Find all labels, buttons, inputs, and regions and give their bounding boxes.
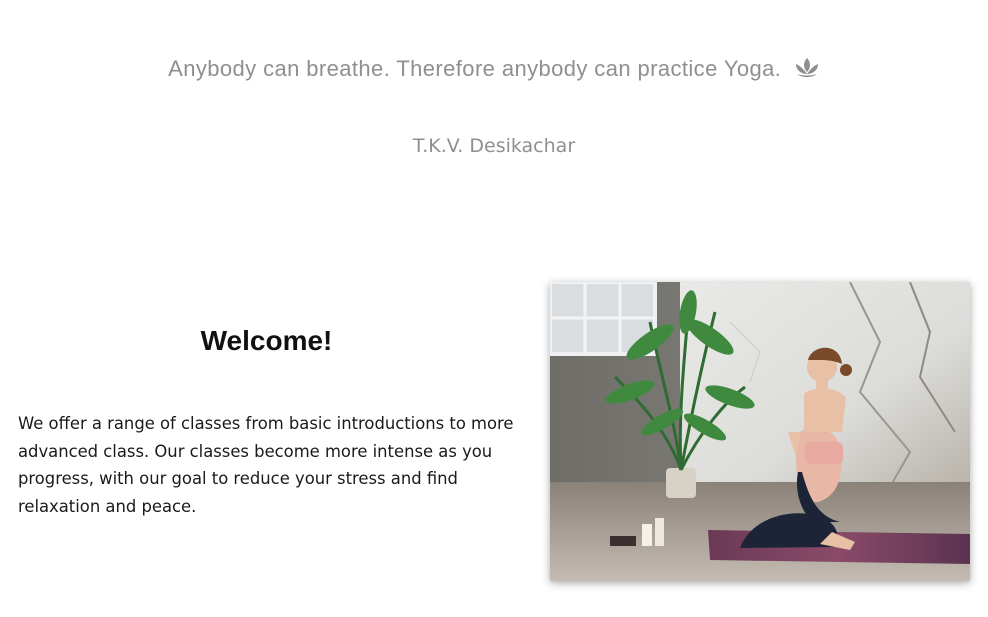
welcome-heading: Welcome! [200,325,333,356]
quote-text: Anybody can breathe. Therefore anybody c… [168,56,782,81]
welcome-description: We offer a range of classes from basic i… [18,414,514,516]
yoga-photo [550,282,970,581]
quote-author: T.K.V. Desikachar [412,135,576,157]
lotus-icon [794,57,820,85]
quote-block: Anybody can breathe. Therefore anybody c… [0,56,988,85]
